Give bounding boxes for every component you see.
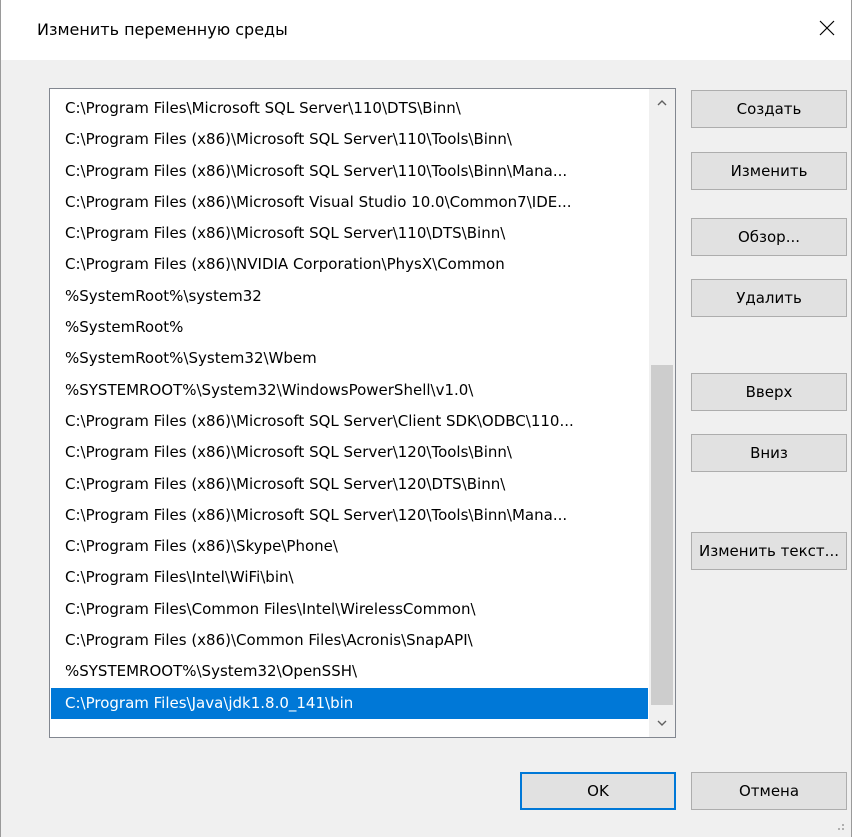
path-list-item[interactable]: C:\Program Files (x86)\Microsoft SQL Ser…	[51, 437, 648, 468]
chevron-up-icon	[657, 100, 667, 106]
delete-button[interactable]: Удалить	[691, 279, 847, 317]
path-list-item[interactable]: C:\Program Files (x86)\Microsoft Visual …	[51, 187, 648, 218]
path-list-rows: C:\Program Files\Microsoft SQL Server\11…	[51, 93, 648, 719]
ok-button[interactable]: OK	[520, 772, 676, 810]
path-list[interactable]: C:\Program Files\Microsoft SQL Server\11…	[49, 88, 676, 738]
path-list-item[interactable]: C:\Program Files\Intel\WiFi\bin\	[51, 562, 648, 593]
path-list-item[interactable]: %SystemRoot%	[51, 312, 648, 343]
edit-button[interactable]: Изменить	[691, 152, 847, 190]
resize-grip-icon[interactable]	[833, 819, 845, 831]
path-list-item[interactable]: C:\Program Files (x86)\Microsoft SQL Ser…	[51, 218, 648, 249]
scroll-up-button[interactable]	[649, 93, 675, 113]
move-down-button[interactable]: Вниз	[691, 434, 847, 472]
browse-button[interactable]: Обзор...	[691, 218, 847, 256]
path-list-item[interactable]: C:\Program Files\Common Files\Intel\Wire…	[51, 594, 648, 625]
path-list-item[interactable]: C:\Program Files (x86)\Microsoft SQL Ser…	[51, 156, 648, 187]
path-list-item[interactable]: %SystemRoot%\System32\Wbem	[51, 343, 648, 374]
scroll-down-button[interactable]	[649, 713, 675, 733]
path-list-item[interactable]: C:\Program Files (x86)\Microsoft SQL Ser…	[51, 500, 648, 531]
path-list-item[interactable]: C:\Program Files (x86)\Common Files\Acro…	[51, 625, 648, 656]
path-list-item[interactable]: C:\Program Files (x86)\Microsoft SQL Ser…	[51, 124, 648, 155]
path-list-item[interactable]: %SYSTEMROOT%\System32\OpenSSH\	[51, 656, 648, 687]
vertical-scrollbar[interactable]	[649, 89, 675, 737]
path-list-item[interactable]: C:\Program Files\Microsoft SQL Server\11…	[51, 93, 648, 124]
path-list-item[interactable]: C:\Program Files (x86)\NVIDIA Corporatio…	[51, 249, 648, 280]
path-list-item[interactable]: C:\Program Files (x86)\Microsoft SQL Ser…	[51, 469, 648, 500]
scrollbar-thumb[interactable]	[651, 365, 673, 705]
close-button[interactable]	[813, 14, 841, 42]
dialog-title: Изменить переменную среды	[37, 20, 288, 39]
path-list-item[interactable]: C:\Program Files\Java\jdk1.8.0_141\bin	[51, 687, 648, 719]
path-list-item[interactable]: C:\Program Files (x86)\Skype\Phone\	[51, 531, 648, 562]
chevron-down-icon	[657, 720, 667, 726]
path-list-item[interactable]: %SYSTEMROOT%\System32\WindowsPowerShell\…	[51, 375, 648, 406]
path-list-item[interactable]: %SystemRoot%\system32	[51, 281, 648, 312]
title-bar: Изменить переменную среды	[1, 0, 851, 60]
cancel-button[interactable]: Отмена	[691, 772, 847, 810]
close-icon	[819, 20, 835, 36]
move-up-button[interactable]: Вверх	[691, 373, 847, 411]
create-button[interactable]: Создать	[691, 90, 847, 128]
path-list-item[interactable]: C:\Program Files (x86)\Microsoft SQL Ser…	[51, 406, 648, 437]
edit-env-variable-dialog: Изменить переменную среды C:\Program Fil…	[0, 0, 852, 837]
edit-text-button[interactable]: Изменить текст...	[691, 532, 847, 570]
